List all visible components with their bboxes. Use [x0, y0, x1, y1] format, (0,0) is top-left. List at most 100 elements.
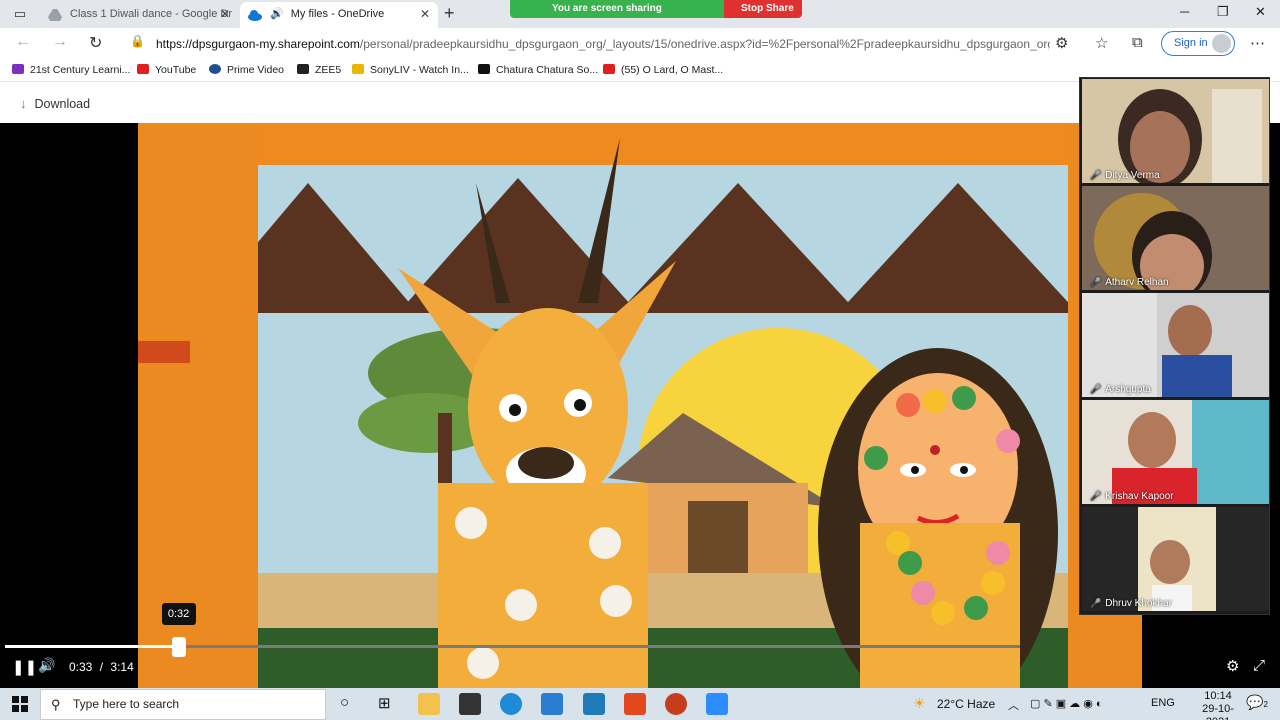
close-window-button[interactable]: ✕	[1255, 4, 1266, 20]
notification-icon[interactable]: 💬2	[1246, 694, 1268, 711]
bookmark-label: 21st Century Learni...	[30, 64, 131, 76]
participant-video	[1082, 293, 1269, 397]
pause-button[interactable]: ❚❚	[12, 658, 37, 676]
speaker-icon: 🔊	[270, 8, 284, 20]
clock-date: 29-10-2021	[1202, 703, 1234, 720]
windows-start-icon[interactable]	[12, 696, 28, 712]
language-label: ENG	[1151, 697, 1175, 709]
mic-muted-icon: 🎤	[1090, 384, 1102, 394]
weather-icon: ☀	[913, 695, 926, 711]
zee5-icon	[297, 64, 309, 74]
participant-tile[interactable]: 🎤 Ditya Verma	[1082, 79, 1269, 183]
prime-video-icon	[209, 64, 221, 74]
file-explorer-icon[interactable]	[418, 693, 440, 715]
office-icon[interactable]	[624, 693, 646, 715]
minimize-button[interactable]: ─	[1180, 4, 1189, 19]
taskbar: ⚲ Type here to search ○ ⊞ ☀ 22°C Haze ︿ ▢…	[0, 688, 1280, 720]
fullscreen-icon[interactable]: ⤢	[1253, 657, 1265, 674]
bookmark-item[interactable]: ZEE5	[297, 64, 341, 76]
participant-name-label: Ditya Verma	[1105, 170, 1160, 181]
maximize-button[interactable]: ❐	[1217, 4, 1229, 20]
stop-share-button[interactable]: Stop Share	[724, 0, 802, 18]
address-bar[interactable]: https://dpsgurgaon-my.sharepoint.com/per…	[120, 31, 1050, 57]
forward-button[interactable]: →	[52, 33, 68, 51]
participant-name-label: Arshgupta	[1105, 384, 1151, 395]
onedrive-icon	[248, 10, 262, 21]
clock-time: 10:14	[1204, 690, 1232, 702]
mail-icon[interactable]	[541, 693, 563, 715]
participant-name-label: Atharv Relhan	[1105, 277, 1169, 288]
youtube-icon	[603, 64, 615, 74]
participant-tile[interactable]: 🎤 Dhruv Khokhar	[1082, 507, 1269, 611]
download-button[interactable]: ↓ Download	[20, 96, 90, 111]
video-frame	[138, 123, 1142, 688]
bookmark-item[interactable]: YouTube	[137, 64, 196, 76]
powerpoint-icon[interactable]	[665, 693, 687, 715]
tab-label: My files - OneDrive	[290, 8, 385, 20]
close-icon[interactable]: ✕	[220, 2, 230, 26]
seek-tooltip: 0:32	[161, 603, 196, 625]
participant-video	[1082, 186, 1269, 290]
duration: 3:14	[110, 660, 134, 674]
collections-icon[interactable]: ⧉	[1132, 34, 1143, 51]
bookmark-label: Prime Video	[227, 64, 285, 76]
current-time: 0:33	[69, 660, 93, 674]
tab-onedrive[interactable]: 🔊 My files - OneDrive ✕	[240, 2, 438, 28]
seek-tooltip-label: 0:32	[167, 608, 190, 620]
url-host: https://dpsgurgaon-my.sharepoint.com	[156, 37, 360, 51]
taskbar-search[interactable]: ⚲ Type here to search	[40, 689, 326, 720]
bookmark-item[interactable]: 21st Century Learni...	[12, 64, 130, 76]
back-button[interactable]: ←	[15, 33, 31, 51]
new-tab-button[interactable]: +	[444, 3, 455, 24]
sharing-status-label: You are screen sharing	[552, 3, 662, 14]
mic-muted-icon: 🎤	[1090, 277, 1102, 287]
screen: ▭ Class 1 Diwali dance - Google Dr ✕ 🔊 M…	[0, 0, 1280, 720]
seek-handle[interactable]	[171, 637, 186, 657]
tray-icons[interactable]: ▢ ✎ ▣ ☁ ◉ ◐	[1030, 697, 1103, 710]
participant-name-label: Krishav Kapoor	[1105, 491, 1174, 502]
tab-label: Class 1 Diwali dance - Google Dr	[70, 8, 233, 20]
bookmark-label: ZEE5	[315, 64, 342, 76]
volume-icon[interactable]: 🔊	[38, 657, 55, 674]
more-menu-icon[interactable]: ⋯	[1250, 34, 1265, 52]
tab-google-drive[interactable]: Class 1 Diwali dance - Google Dr ✕	[40, 2, 238, 28]
participant-tile[interactable]: 🎤 Arshgupta	[1082, 293, 1269, 397]
cortana-icon[interactable]: ○	[340, 694, 349, 711]
task-view-icon[interactable]: ⊞	[378, 694, 391, 712]
bookmark-item[interactable]: SonyLIV - Watch In...	[352, 64, 469, 76]
time-display: 0:33 / 3:14	[69, 660, 134, 674]
mic-muted-icon: 🎤	[1090, 598, 1102, 608]
bookmark-item[interactable]: (55) O Lard, O Mast...	[603, 64, 723, 76]
onenote-icon	[12, 64, 24, 74]
refresh-button[interactable]: ↻	[89, 33, 102, 53]
participant-tile[interactable]: 🎤 Atharv Relhan	[1082, 186, 1269, 290]
settings-gear-icon[interactable]: ⚙	[1226, 657, 1239, 675]
bookmark-label: Chatura Chatura So...	[496, 64, 599, 76]
chevron-up-icon[interactable]: ︿	[1008, 697, 1019, 713]
tab-actions-icon[interactable]: ▭	[11, 5, 29, 23]
lock-icon[interactable]: 🔒	[130, 34, 145, 48]
app-icon[interactable]	[583, 693, 605, 715]
participant-name: 🎤 Atharv Relhan	[1090, 277, 1169, 288]
zoom-icon[interactable]	[706, 693, 728, 715]
clock[interactable]: 10:14 29-10-2021	[1196, 690, 1240, 720]
weather[interactable]: 22°C Haze	[937, 697, 995, 711]
store-icon[interactable]	[459, 693, 481, 715]
bookmark-label: (55) O Lard, O Mast...	[621, 64, 724, 76]
notification-count: 2	[1263, 700, 1268, 709]
search-placeholder: Type here to search	[73, 697, 180, 711]
edge-icon[interactable]	[500, 693, 522, 715]
screen-share-bar: You are screen sharing Stop Share	[510, 0, 802, 18]
bookmark-label: SonyLIV - Watch In...	[370, 64, 469, 76]
participant-panel: 🎤 Ditya Verma 🎤 Atharv Relhan 🎤 Arshgupta 🎤…	[1079, 77, 1270, 615]
avatar	[1212, 34, 1231, 53]
language[interactable]: ENG	[1151, 697, 1175, 709]
bookmark-item[interactable]: Chatura Chatura So...	[478, 64, 598, 76]
sign-in-button[interactable]: Sign in	[1161, 31, 1235, 56]
close-icon[interactable]: ✕	[420, 2, 430, 26]
participant-tile[interactable]: 🎤 Krishav Kapoor	[1082, 400, 1269, 504]
participant-name: 🎤 Dhruv Khokhar	[1090, 598, 1172, 609]
favorites-star-icon[interactable]: ☆	[1095, 34, 1108, 52]
bookmark-item[interactable]: Prime Video	[209, 64, 284, 76]
tracking-prevention-icon[interactable]: ⚙	[1055, 34, 1068, 52]
